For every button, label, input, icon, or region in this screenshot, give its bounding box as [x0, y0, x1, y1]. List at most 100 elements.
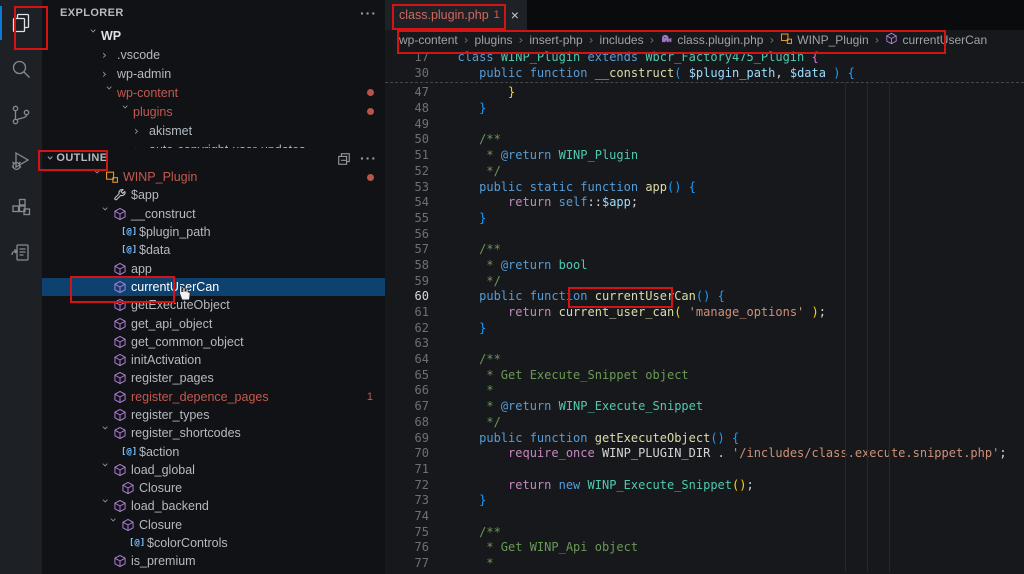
explorer-more-icon[interactable]: ···: [360, 6, 377, 20]
outline-item-is-premium[interactable]: is_premium: [42, 552, 385, 570]
code-line-52[interactable]: 52 */: [385, 164, 1024, 180]
explorer-item-wp-content[interactable]: ›wp-content: [42, 83, 385, 102]
activity-search-icon[interactable]: [0, 46, 42, 92]
explorer-item-plugins[interactable]: ›plugins: [42, 102, 385, 121]
line-number: 60: [385, 289, 443, 305]
outline-item-register-pages[interactable]: register_pages: [42, 369, 385, 387]
outline-item-get-api-object[interactable]: get_api_object: [42, 314, 385, 332]
code-line-text: }: [443, 101, 486, 117]
outline-item-currentusercan[interactable]: currentUserCan: [42, 278, 385, 296]
breadcrumb-separator: ›: [875, 33, 880, 47]
activity-source-control-icon[interactable]: [0, 92, 42, 138]
outline-item--colorcontrols[interactable]: [@]$colorControls: [42, 534, 385, 552]
code-line-53[interactable]: 53 public static function app() {: [385, 180, 1024, 196]
outline-item-load-backend[interactable]: ›load_backend: [42, 497, 385, 515]
breadcrumb-wp-content[interactable]: wp-content: [399, 33, 458, 47]
outline-item-winp-plugin[interactable]: ›WINP_Plugin: [42, 168, 385, 186]
outline-item-get-common-object[interactable]: get_common_object: [42, 333, 385, 351]
breadcrumb-plugins[interactable]: plugins: [475, 33, 513, 47]
symbol-variable-icon: [@]: [121, 245, 139, 255]
line-number: 55: [385, 211, 443, 227]
code-line-60[interactable]: 60 public function currentUserCan() {: [385, 289, 1024, 305]
outline-item--data[interactable]: [@]$data: [42, 241, 385, 259]
code-line-55[interactable]: 55 }: [385, 211, 1024, 227]
code-line-54[interactable]: 54 return self::$app;: [385, 195, 1024, 211]
outline-item-load-global[interactable]: ›load_global: [42, 461, 385, 479]
code-line-75[interactable]: 75 /**: [385, 525, 1024, 541]
breadcrumb-includes[interactable]: includes: [600, 33, 644, 47]
item-label: Closure: [139, 481, 182, 495]
code-line-61[interactable]: 61 return current_user_can( 'manage_opti…: [385, 305, 1024, 321]
outline-item-register-shortcodes[interactable]: ›register_shortcodes: [42, 424, 385, 442]
explorer-item-wp-admin[interactable]: ›wp-admin: [42, 64, 385, 83]
code-line-text: * @return WINP_Execute_Snippet: [443, 399, 703, 415]
code-line-64[interactable]: 64 /**: [385, 352, 1024, 368]
chevron-right-icon: ›: [102, 49, 117, 61]
item-label: register_depence_pages: [131, 390, 269, 404]
outline-header[interactable]: › OUTLINE ···: [42, 148, 385, 168]
outline-item--action[interactable]: [@]$action: [42, 442, 385, 460]
code-line-48[interactable]: 48 }: [385, 101, 1024, 117]
code-line-65[interactable]: 65 * Get Execute_Snippet object: [385, 368, 1024, 384]
outline-item-app[interactable]: app: [42, 259, 385, 277]
error-dot-badge: [367, 108, 374, 115]
outline-item-register-types[interactable]: register_types: [42, 406, 385, 424]
chevron-down-icon: ›: [92, 170, 104, 185]
breadcrumb-currentusercan[interactable]: currentUserCan: [885, 32, 987, 48]
code-line-50[interactable]: 50 /**: [385, 132, 1024, 148]
explorer-item-wp[interactable]: ›WP: [42, 26, 385, 45]
collapse-all-icon[interactable]: [337, 150, 351, 165]
outline-item-closure[interactable]: Closure: [42, 479, 385, 497]
sticky-line-30[interactable]: 30 public function __construct( $plugin_…: [385, 66, 1024, 82]
code-line-69[interactable]: 69 public function getExecuteObject() {: [385, 431, 1024, 447]
code-line-59[interactable]: 59 */: [385, 274, 1024, 290]
chevron-down-icon: ›: [120, 104, 132, 119]
code-line-56[interactable]: 56: [385, 227, 1024, 243]
code-area[interactable]: 17 class WINP_Plugin extends Wbcr_Factor…: [385, 50, 1024, 574]
code-line-63[interactable]: 63: [385, 336, 1024, 352]
outline-more-icon[interactable]: ···: [360, 151, 377, 165]
breadcrumb-insert-php[interactable]: insert-php: [529, 33, 582, 47]
symbol-method-icon: [113, 426, 131, 440]
indent-guide: [867, 83, 868, 571]
code-line-58[interactable]: 58 * @return bool: [385, 258, 1024, 274]
code-line-62[interactable]: 62 }: [385, 321, 1024, 337]
code-line-68[interactable]: 68 */: [385, 415, 1024, 431]
outline-item--plugin-path[interactable]: [@]$plugin_path: [42, 223, 385, 241]
code-line-text: }: [443, 493, 486, 509]
code-line-76[interactable]: 76 * Get WINP_Api object: [385, 540, 1024, 556]
code-line-77[interactable]: 77 *: [385, 556, 1024, 572]
activity-explorer-icon[interactable]: [0, 0, 42, 46]
code-line-74[interactable]: 74: [385, 509, 1024, 525]
outline-item-getexecuteobject[interactable]: getExecuteObject: [42, 296, 385, 314]
explorer-item-akismet[interactable]: ›akismet: [42, 121, 385, 140]
code-line-49[interactable]: 49: [385, 117, 1024, 133]
sticky-line-17[interactable]: 17 class WINP_Plugin extends Wbcr_Factor…: [385, 50, 1024, 66]
activity-run-debug-icon[interactable]: [0, 138, 42, 184]
code-line-71[interactable]: 71: [385, 462, 1024, 478]
code-line-70[interactable]: 70 require_once WINP_PLUGIN_DIR . '/incl…: [385, 446, 1024, 462]
code-line-66[interactable]: 66 *: [385, 383, 1024, 399]
item-label: Closure: [139, 518, 182, 532]
symbol-method-icon: [113, 390, 131, 404]
explorer-item--vscode[interactable]: ›.vscode: [42, 45, 385, 64]
activity-extensions-icon[interactable]: [0, 184, 42, 230]
code-line-73[interactable]: 73 }: [385, 493, 1024, 509]
outline-item-register-depence-pages[interactable]: register_depence_pages1: [42, 388, 385, 406]
code-line-67[interactable]: 67 * @return WINP_Execute_Snippet: [385, 399, 1024, 415]
outline-item-initactivation[interactable]: initActivation: [42, 351, 385, 369]
activity-references-icon[interactable]: [0, 230, 42, 276]
breadcrumb-winp-plugin[interactable]: WINP_Plugin: [780, 32, 868, 48]
outline-item--app[interactable]: $app: [42, 186, 385, 204]
code-line-51[interactable]: 51 * @return WINP_Plugin: [385, 148, 1024, 164]
outline-item--construct[interactable]: ›__construct: [42, 205, 385, 223]
explorer-item-auto-copyright-user-updates[interactable]: ›auto-copyright-user-updates: [42, 140, 385, 148]
code-line-57[interactable]: 57 /**: [385, 242, 1024, 258]
close-icon[interactable]: ×: [511, 7, 519, 23]
code-line-72[interactable]: 72 return new WINP_Execute_Snippet();: [385, 478, 1024, 494]
breadcrumb-class-plugin-php[interactable]: class.plugin.php: [660, 32, 763, 48]
tab-class-plugin-php[interactable]: class.plugin.php 1 ×: [385, 0, 527, 30]
code-line-47[interactable]: 47 }: [385, 85, 1024, 101]
outline-item-closure[interactable]: ›Closure: [42, 516, 385, 534]
item-label: __construct: [131, 207, 196, 221]
